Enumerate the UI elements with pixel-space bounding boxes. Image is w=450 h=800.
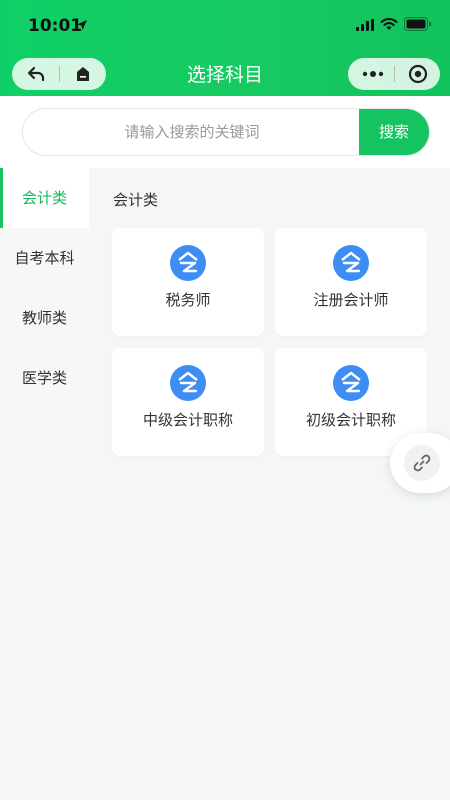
wifi-icon [380,18,398,30]
subject-logo-icon [170,245,206,281]
capsule-divider [394,66,395,82]
sidebar-item-accounting[interactable]: 会计类 [0,168,89,228]
sidebar-item-medical[interactable]: 医学类 [0,348,89,408]
subject-logo-icon [333,245,369,281]
subject-logo-icon [333,365,369,401]
nav-right-capsule [348,58,440,90]
subject-logo-icon [170,365,206,401]
more-options-icon[interactable] [361,67,385,81]
header: 10:01 选择科目 [0,0,450,96]
search-input[interactable] [23,109,361,155]
subject-card-tax-advisor[interactable]: 税务师 [112,228,264,336]
category-sidebar: 会计类 自考本科 教师类 医学类 [0,168,89,800]
subject-card-intermediate-accounting[interactable]: 中级会计职称 [112,348,264,456]
location-arrow-icon [77,20,87,30]
link-icon [413,454,431,472]
sidebar-item-self-study[interactable]: 自考本科 [0,228,89,288]
subject-card-label: 初级会计职称 [305,411,396,429]
link-icon-background [404,445,440,481]
search-area: 搜索 [0,96,450,168]
battery-icon [404,17,431,31]
subject-card-label: 中级会计职称 [142,411,233,429]
sidebar-item-teacher[interactable]: 教师类 [0,288,89,348]
section-title: 会计类 [113,191,159,209]
search-box: 搜索 [22,108,430,156]
subject-content: 会计类 税务师 注册会计师 中级会计职称 初级会计职称 [89,168,450,800]
status-bar: 10:01 [0,0,450,52]
subject-card-label: 注册会计师 [313,291,389,309]
cellular-signal-icon [356,19,374,31]
subject-card-cpa[interactable]: 注册会计师 [275,228,427,336]
status-time: 10:01 [28,16,83,36]
floating-link-button[interactable] [390,433,450,493]
subject-card-label: 税务师 [165,291,211,309]
close-miniprogram-icon[interactable] [408,64,428,84]
search-button[interactable]: 搜索 [359,109,429,155]
